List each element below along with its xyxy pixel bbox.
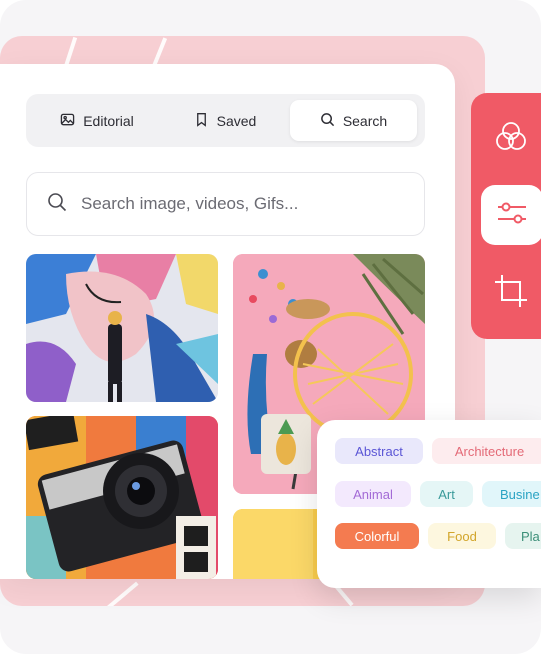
backdrop-streak bbox=[105, 581, 139, 606]
color-filter-button[interactable] bbox=[481, 109, 541, 169]
tab-editorial[interactable]: Editorial bbox=[38, 100, 156, 141]
tag-architecture[interactable]: Architecture bbox=[432, 438, 541, 464]
bookmark-icon bbox=[194, 112, 209, 130]
tag-place[interactable]: Pla bbox=[505, 523, 541, 549]
tab-search-label: Search bbox=[342, 112, 388, 129]
image-icon bbox=[60, 112, 75, 130]
street-art-mural-photo[interactable] bbox=[26, 254, 218, 402]
search-input[interactable] bbox=[81, 194, 401, 214]
tag-business[interactable]: Busine bbox=[482, 481, 541, 507]
tag-food[interactable]: Food bbox=[428, 523, 496, 549]
tag-abstract[interactable]: Abstract bbox=[335, 438, 423, 464]
tag-art[interactable]: Art bbox=[420, 481, 473, 507]
tab-saved[interactable]: Saved bbox=[166, 100, 284, 141]
crop-icon bbox=[493, 273, 529, 314]
adjustments-button[interactable] bbox=[481, 185, 541, 245]
color-filter-icon bbox=[493, 119, 529, 160]
tag-animal[interactable]: Animal bbox=[335, 481, 411, 507]
search-icon bbox=[320, 112, 335, 130]
tag-colorful[interactable]: Colorful bbox=[335, 523, 419, 549]
crop-button[interactable] bbox=[481, 263, 541, 323]
side-toolbar bbox=[471, 93, 541, 339]
tab-editorial-label: Editorial bbox=[83, 112, 134, 129]
vintage-camera-photo[interactable] bbox=[26, 416, 218, 579]
tab-bar: Editorial Saved Search bbox=[26, 94, 425, 147]
tab-saved-label: Saved bbox=[216, 112, 257, 129]
tags-panel: Abstract Architecture Animal Art Busine … bbox=[317, 420, 541, 588]
adjustments-sliders-icon bbox=[494, 195, 530, 236]
search-box[interactable] bbox=[26, 172, 425, 236]
tab-search[interactable]: Search bbox=[290, 100, 417, 141]
search-icon bbox=[47, 192, 67, 217]
